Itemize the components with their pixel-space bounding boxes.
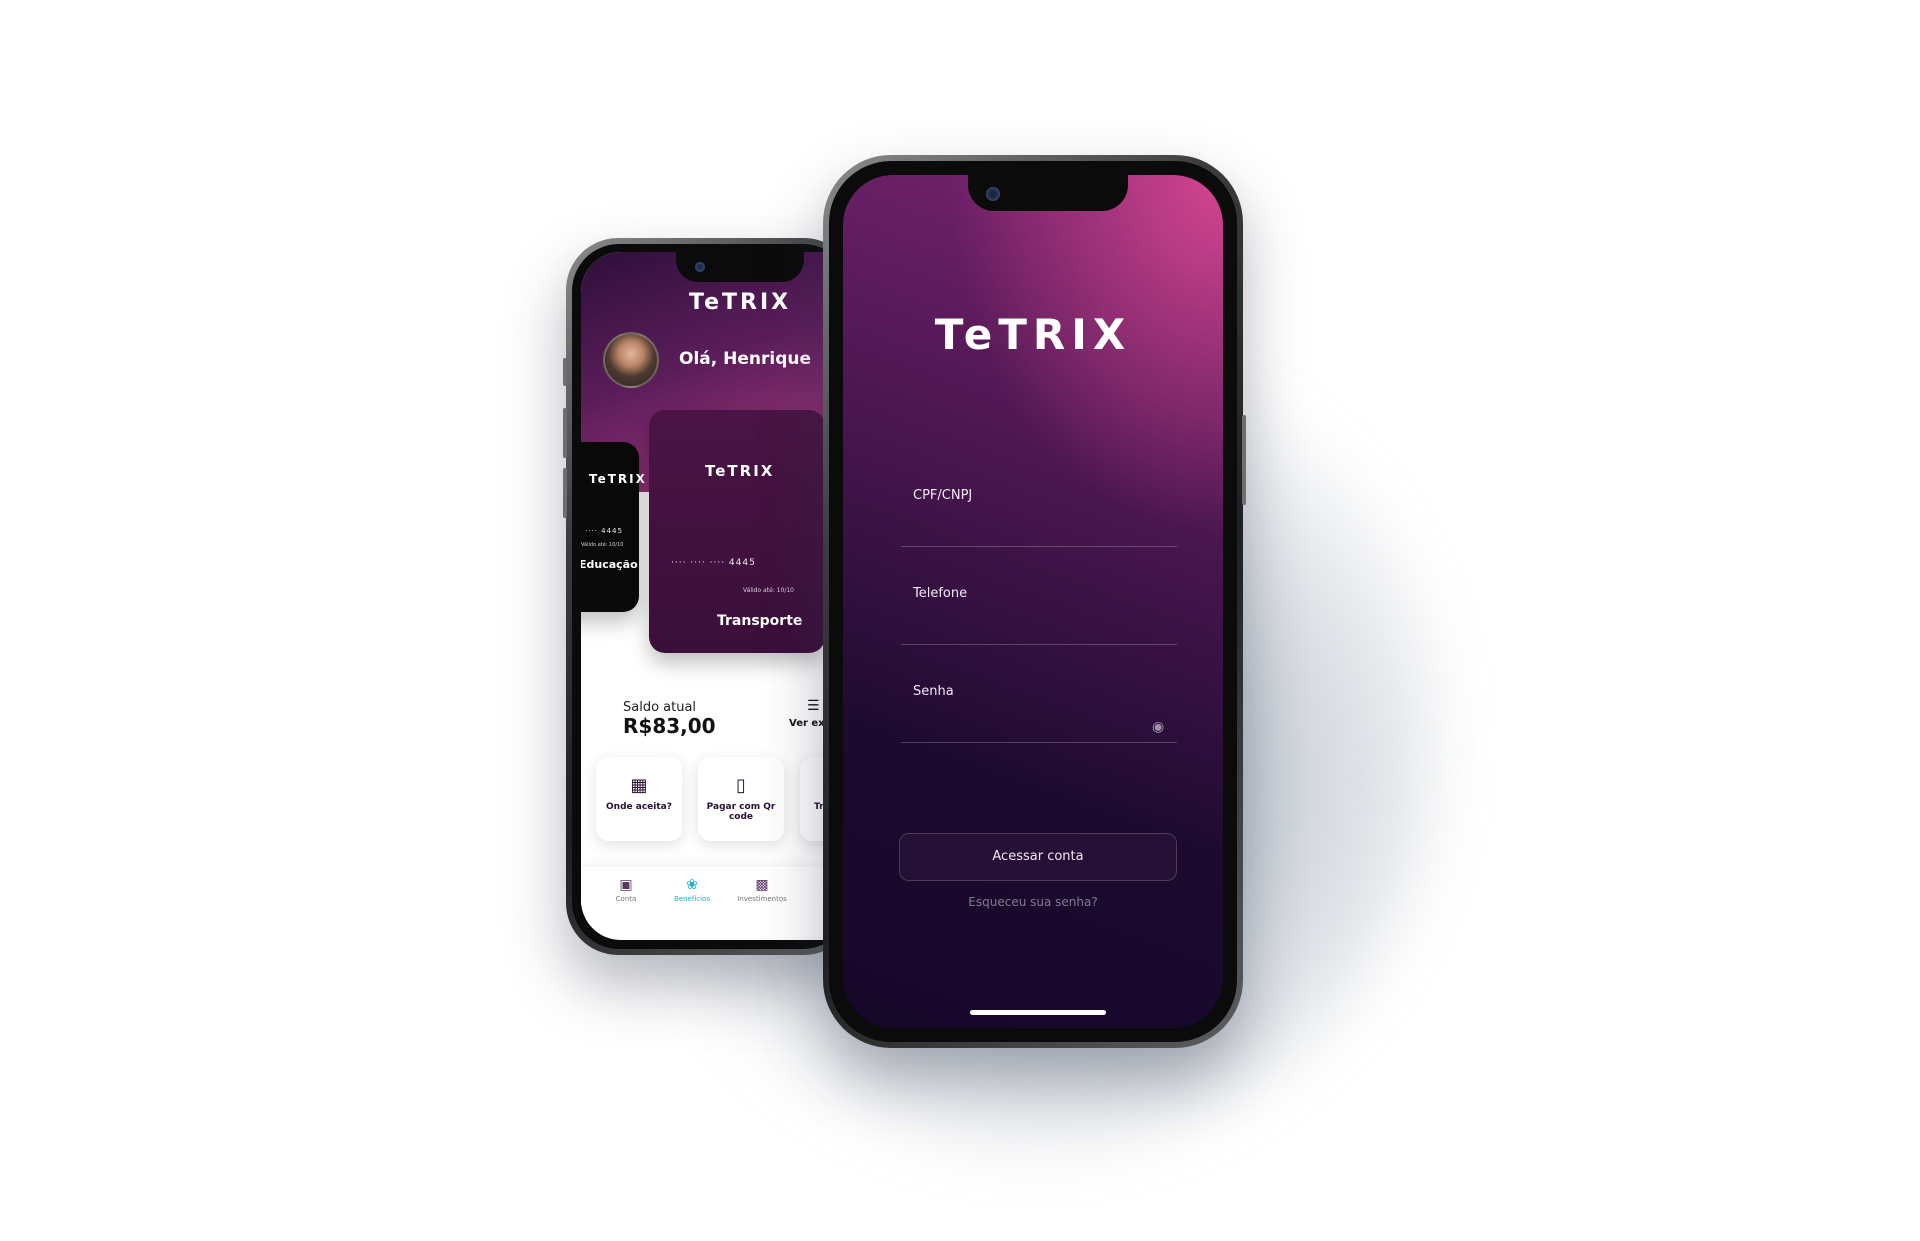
card-logo: TeTRIX bbox=[705, 462, 775, 480]
eye-icon[interactable]: ◉ bbox=[1152, 719, 1164, 735]
tab-conta[interactable]: ▣ Conta bbox=[591, 877, 661, 903]
wallet-icon: ▣ bbox=[619, 877, 633, 893]
tab-label: Benefícios bbox=[674, 895, 710, 903]
card-name: Transporte bbox=[717, 613, 803, 629]
front-camera bbox=[986, 187, 1000, 201]
action-onde-aceita[interactable]: ▦ Onde aceita? bbox=[596, 757, 682, 841]
volume-down-button bbox=[563, 468, 567, 518]
home-indicator bbox=[970, 1010, 1106, 1015]
action-label: Onde aceita? bbox=[606, 802, 672, 812]
app-logo: TeTRIX bbox=[934, 310, 1132, 359]
bottom-tab-bar: ▣ Conta ❀ Benefícios ▩ Investimentos bbox=[581, 867, 856, 937]
tab-beneficios[interactable]: ❀ Benefícios bbox=[657, 877, 727, 903]
phone-back-frame: TeTRIX Olá, Henrique TeTRIX ···· 4445 Vá… bbox=[563, 238, 856, 955]
mute-switch bbox=[563, 358, 567, 386]
login-button[interactable]: Acessar conta bbox=[899, 833, 1177, 881]
chart-icon: ▩ bbox=[755, 877, 769, 893]
avatar[interactable] bbox=[603, 332, 659, 388]
action-pagar-qr[interactable]: ▯ Pagar com Qr code bbox=[698, 757, 784, 841]
card-validity: Válido até: 10/10 bbox=[743, 587, 794, 594]
cpf-field[interactable] bbox=[901, 546, 1177, 547]
card-number: ···· 4445 bbox=[585, 527, 623, 535]
password-field[interactable] bbox=[901, 742, 1177, 743]
volume-up-button bbox=[563, 408, 567, 458]
password-field-label: Senha bbox=[913, 684, 954, 699]
card-logo: TeTRIX bbox=[589, 472, 647, 486]
phone-field-label: Telefone bbox=[913, 586, 968, 601]
cpf-field-label: CPF/CNPJ bbox=[913, 488, 973, 503]
power-button bbox=[1242, 415, 1246, 505]
balance-value: R$83,00 bbox=[623, 714, 716, 738]
store-icon: ▦ bbox=[630, 775, 648, 796]
card-transporte[interactable]: TeTRIX ···· ···· ···· 4445 Válido até: 1… bbox=[649, 410, 825, 653]
card-name: Educação bbox=[581, 558, 638, 571]
forgot-password-link[interactable]: Esqueceu sua senha? bbox=[843, 895, 1223, 909]
list-icon[interactable]: ☰ bbox=[807, 698, 820, 714]
login-screen: TeTRIX CPF/CNPJ Telefone Senha ◉ Acessar… bbox=[843, 175, 1223, 1028]
front-camera bbox=[695, 262, 705, 272]
tab-investimentos[interactable]: ▩ Investimentos bbox=[727, 877, 797, 903]
card-number: ···· ···· ···· 4445 bbox=[671, 558, 756, 568]
phone-field[interactable] bbox=[901, 644, 1177, 645]
greeting-text: Olá, Henrique bbox=[679, 349, 811, 369]
tab-label: Investimentos bbox=[737, 895, 787, 903]
phone-icon: ▯ bbox=[736, 775, 746, 796]
balance-label: Saldo atual bbox=[623, 700, 697, 715]
app-logo: TeTRIX bbox=[689, 290, 792, 315]
card-educacao[interactable]: TeTRIX ···· 4445 Válido até: 10/10 Educa… bbox=[581, 442, 645, 612]
hand-coin-icon: ❀ bbox=[686, 877, 698, 893]
action-label: Pagar com Qr code bbox=[706, 802, 776, 822]
phone-front-frame: TeTRIX CPF/CNPJ Telefone Senha ◉ Acessar… bbox=[823, 155, 1246, 1048]
card-validity: Válido até: 10/10 bbox=[581, 542, 624, 548]
tab-label: Conta bbox=[615, 895, 637, 903]
home-screen: TeTRIX Olá, Henrique TeTRIX ···· 4445 Vá… bbox=[581, 252, 856, 940]
